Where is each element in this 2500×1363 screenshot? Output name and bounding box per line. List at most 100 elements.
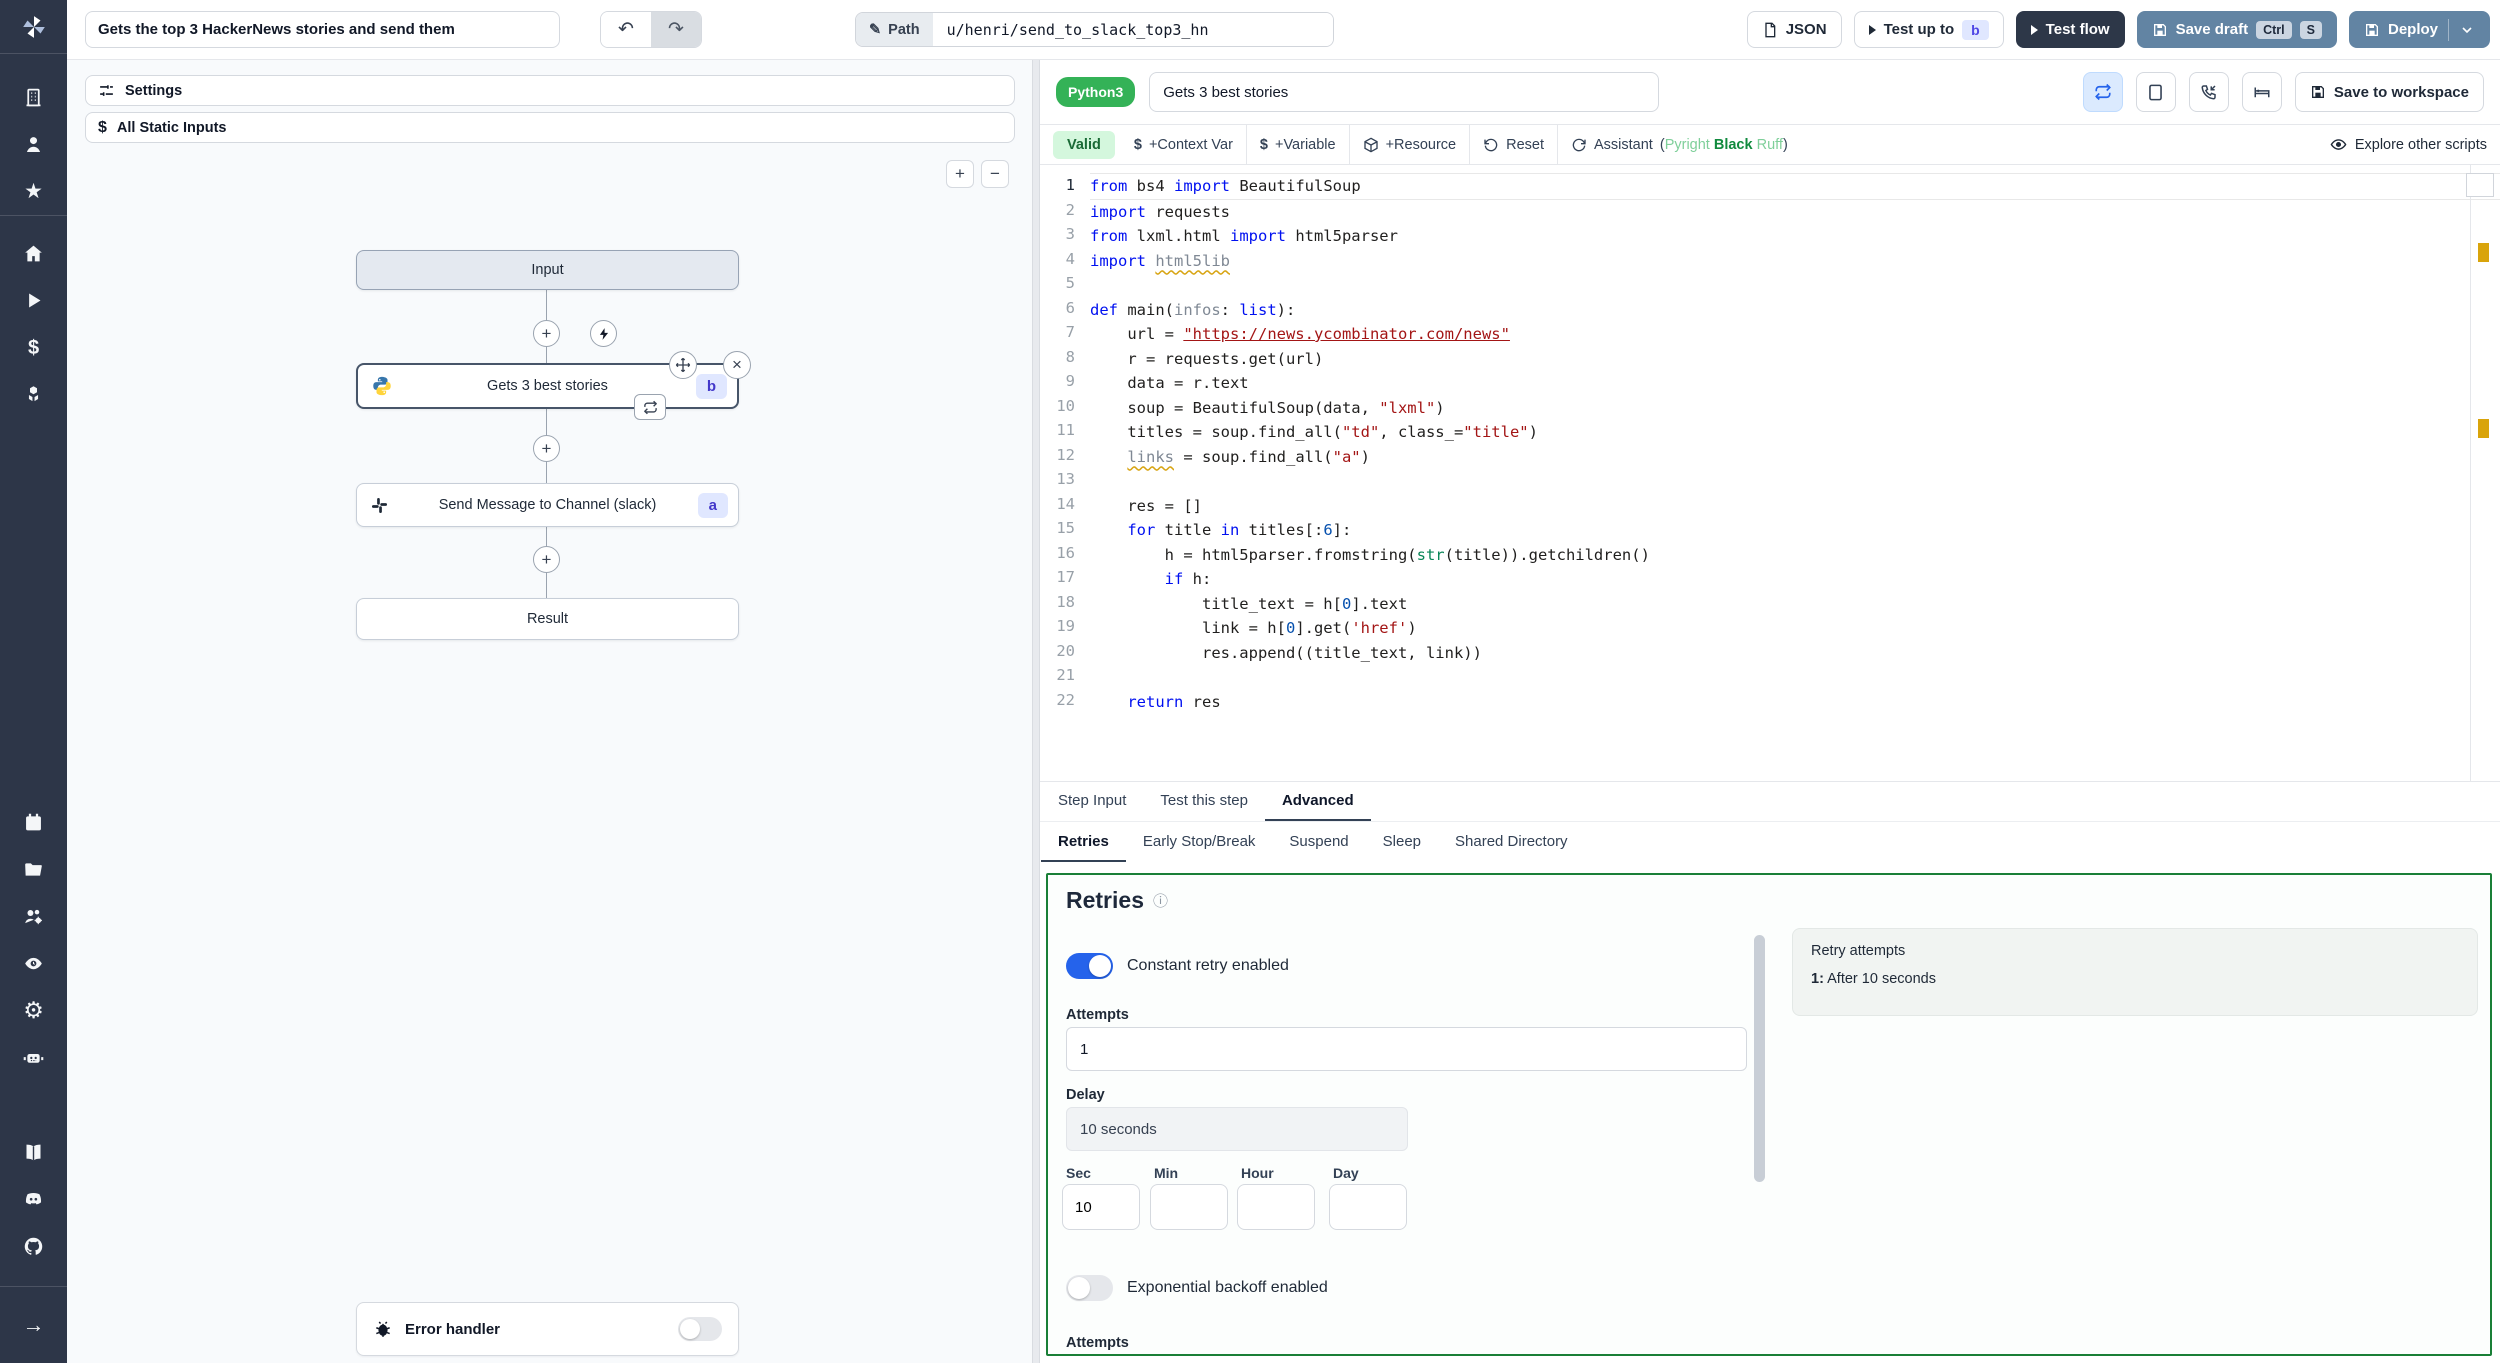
retries-heading: Retries ⓘ bbox=[1066, 887, 1168, 913]
exponential-backoff-toggle[interactable] bbox=[1066, 1275, 1113, 1301]
package-icon bbox=[1363, 137, 1378, 152]
refresh-icon bbox=[1572, 138, 1586, 151]
sidebar-collapse-button[interactable]: → bbox=[0, 1287, 67, 1363]
tab-step-input[interactable]: Step Input bbox=[1041, 782, 1143, 821]
move-step-button[interactable] bbox=[669, 351, 697, 379]
sidebar-item-variables[interactable]: $ bbox=[0, 324, 67, 371]
library-call-button[interactable] bbox=[2188, 72, 2229, 112]
add-context-var-button[interactable]: $ +Context Var bbox=[1121, 137, 1246, 153]
flow-title-input[interactable] bbox=[85, 11, 560, 48]
step-id-badge: b bbox=[695, 373, 727, 399]
code-lines[interactable]: from bs4 import BeautifulSoup import requ… bbox=[1090, 173, 2500, 781]
code-editor[interactable]: 1 2 3 4 5 6 7 8 9 10 11 12 13 14 15 16 17 18 19 20 21 22 from… bbox=[1040, 165, 2500, 782]
add-step-button[interactable]: + bbox=[533, 435, 560, 462]
restart-step-button[interactable] bbox=[634, 394, 666, 420]
restart-editor-button[interactable] bbox=[2082, 72, 2123, 112]
min-input[interactable] bbox=[1150, 1184, 1228, 1230]
eye-icon bbox=[2330, 139, 2347, 150]
warning-marker[interactable] bbox=[2478, 419, 2489, 438]
save-to-workspace-button[interactable]: Save to workspace bbox=[2294, 72, 2484, 112]
trigger-bolt-button[interactable] bbox=[590, 320, 617, 347]
zoom-in-button[interactable]: + bbox=[946, 160, 974, 188]
subtab-early-stop[interactable]: Early Stop/Break bbox=[1126, 822, 1273, 862]
language-badge: Python3 bbox=[1056, 77, 1136, 107]
error-handler-toggle[interactable] bbox=[678, 1317, 722, 1341]
sidebar-item-folders[interactable] bbox=[0, 846, 67, 893]
delete-step-button[interactable]: × bbox=[723, 351, 751, 379]
retry-summary-box: Retry attempts 1: After 10 seconds bbox=[1792, 928, 2478, 1016]
assistant-button[interactable]: Assistant (Pyright Black Ruff) bbox=[1558, 137, 1801, 153]
zoom-out-button[interactable]: − bbox=[981, 160, 1009, 188]
step-title-input[interactable] bbox=[1149, 72, 1660, 112]
dollar-icon: $ bbox=[1133, 136, 1142, 153]
sidebar-item-favorites[interactable]: ★ bbox=[0, 168, 67, 215]
subtab-sleep[interactable]: Sleep bbox=[1366, 822, 1438, 862]
subtab-shared-directory[interactable]: Shared Directory bbox=[1438, 822, 1585, 862]
flow-settings-button[interactable]: Settings bbox=[85, 75, 1015, 106]
sidebar-item-resources[interactable] bbox=[0, 371, 67, 418]
error-handler-node[interactable]: Error handler bbox=[356, 1302, 739, 1356]
deploy-button[interactable]: Deploy bbox=[2348, 11, 2490, 48]
all-static-inputs-button[interactable]: $ All Static Inputs bbox=[85, 112, 1015, 143]
sidebar-item-workspace[interactable] bbox=[0, 74, 67, 121]
sidebar-item-ai[interactable] bbox=[0, 1034, 67, 1081]
constant-retry-toggle[interactable] bbox=[1066, 953, 1113, 979]
chevron-down-icon[interactable] bbox=[2459, 22, 2475, 38]
attempts-input[interactable] bbox=[1066, 1027, 1747, 1071]
sidebar-item-audit-logs[interactable] bbox=[0, 940, 67, 987]
sleep-bed-button[interactable] bbox=[2241, 72, 2282, 112]
add-variable-button[interactable]: $ +Variable bbox=[1247, 137, 1349, 153]
flow-graph-panel: Settings $ All Static Inputs + − Input + bbox=[67, 60, 1032, 1363]
minimap-slider[interactable] bbox=[2466, 173, 2494, 197]
code-gutter: 1 2 3 4 5 6 7 8 9 10 11 12 13 14 15 16 17 18 19 20 21 22 bbox=[1056, 176, 1075, 709]
undo-button[interactable]: ↶ bbox=[601, 12, 651, 47]
step-tabs: Step Input Test this step Advanced bbox=[1040, 782, 2500, 822]
reset-button[interactable]: Reset bbox=[1470, 137, 1557, 153]
tab-advanced[interactable]: Advanced bbox=[1264, 782, 1371, 821]
test-flow-button[interactable]: Test flow bbox=[2015, 11, 2125, 48]
min-label: Min bbox=[1154, 1165, 1179, 1181]
sidebar-item-docs[interactable] bbox=[0, 1129, 67, 1176]
warning-marker[interactable] bbox=[2478, 243, 2489, 262]
subtab-retries[interactable]: Retries bbox=[1041, 822, 1126, 862]
flow-node-result[interactable]: Result bbox=[356, 598, 739, 640]
path-value[interactable]: u/henri/send_to_slack_top3_hn bbox=[932, 13, 1333, 46]
save-draft-button[interactable]: Save draft Ctrl S bbox=[2136, 11, 2337, 48]
sidebar-item-user[interactable] bbox=[0, 121, 67, 168]
sidebar-item-discord[interactable] bbox=[0, 1176, 67, 1223]
sidebar-item-github[interactable] bbox=[0, 1223, 67, 1270]
json-button[interactable]: JSON bbox=[1746, 11, 1842, 48]
fullscreen-button[interactable] bbox=[2135, 72, 2176, 112]
add-step-button[interactable]: + bbox=[533, 320, 560, 347]
windmill-logo-icon[interactable] bbox=[0, 0, 67, 54]
sidebar-item-schedules[interactable] bbox=[0, 799, 67, 846]
constant-retry-row: Constant retry enabled bbox=[1066, 953, 1289, 979]
sidebar-item-settings[interactable]: ⚙ bbox=[0, 987, 67, 1034]
test-up-to-button[interactable]: Test up to b bbox=[1853, 11, 2004, 48]
sidebar-item-runs[interactable] bbox=[0, 277, 67, 324]
save-icon bbox=[2153, 23, 2166, 36]
flow-node-step-b[interactable]: Gets 3 best stories b × bbox=[356, 351, 751, 420]
advanced-subtabs: Retries Early Stop/Break Suspend Sleep S… bbox=[1040, 822, 2500, 862]
gear-icon: ⚙ bbox=[23, 997, 44, 1023]
info-icon[interactable]: ⓘ bbox=[1153, 890, 1168, 911]
sec-input[interactable] bbox=[1062, 1184, 1140, 1230]
delay-input[interactable] bbox=[1066, 1107, 1408, 1151]
redo-button[interactable]: ↷ bbox=[651, 12, 701, 47]
tab-test-this-step[interactable]: Test this step bbox=[1143, 782, 1265, 821]
path-chip[interactable]: ✎ Path u/henri/send_to_slack_top3_hn bbox=[855, 12, 1334, 47]
subtab-suspend[interactable]: Suspend bbox=[1272, 822, 1365, 862]
flow-node-step-a[interactable]: Send Message to Channel (slack) a bbox=[356, 483, 739, 527]
explore-other-scripts-button[interactable]: Explore other scripts bbox=[2330, 136, 2487, 153]
sidebar-item-home[interactable] bbox=[0, 230, 67, 277]
hour-input[interactable] bbox=[1237, 1184, 1315, 1230]
exponential-backoff-row: Exponential backoff enabled bbox=[1066, 1275, 1328, 1301]
add-resource-button[interactable]: +Resource bbox=[1350, 137, 1470, 153]
add-step-button[interactable]: + bbox=[533, 546, 560, 573]
flow-node-input[interactable]: Input bbox=[356, 250, 739, 290]
sidebar-item-groups[interactable] bbox=[0, 893, 67, 940]
rotate-ccw-icon bbox=[1484, 138, 1498, 151]
day-input[interactable] bbox=[1329, 1184, 1407, 1230]
retries-scrollbar[interactable] bbox=[1754, 935, 1765, 1182]
panel-splitter[interactable] bbox=[1032, 60, 1040, 1363]
